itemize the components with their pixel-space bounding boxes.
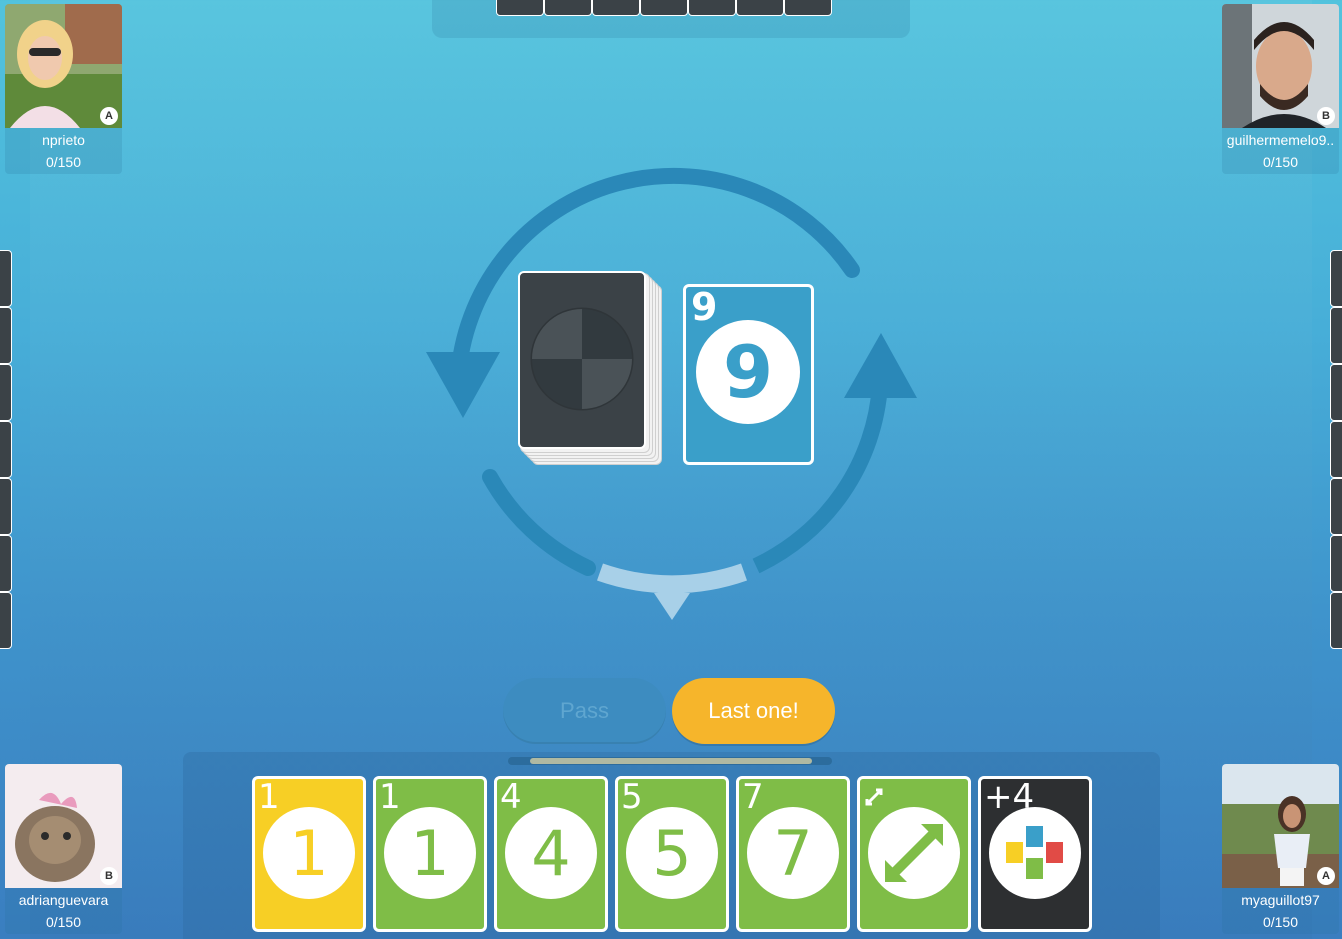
card-center-value (868, 807, 960, 899)
hand-card[interactable]: 11 (252, 776, 366, 932)
opponent-card-back (1330, 364, 1342, 421)
reverse-icon (865, 788, 883, 806)
opponent-card-back (592, 0, 640, 16)
draw-pile[interactable] (518, 271, 662, 465)
opponent-card-back (0, 592, 12, 649)
opponent-card-back (0, 421, 12, 478)
hand-card[interactable]: 44 (494, 776, 608, 932)
card-corner-value: 9 (691, 285, 718, 329)
card-corner-value: 1 (258, 777, 280, 817)
player-score: 0/150 (45, 154, 82, 170)
last-one-button[interactable]: Last one! (672, 678, 835, 744)
card-corner-value: 7 (742, 777, 764, 817)
team-badge: B (1317, 107, 1335, 125)
team-badge: B (100, 867, 118, 885)
card-back-logo-icon (530, 307, 634, 411)
reverse-icon (885, 824, 943, 882)
top-opponent-hand (496, 0, 832, 18)
player-name: adrianguevara (18, 892, 109, 908)
card-center-value: 1 (384, 807, 476, 899)
opponent-card-back (0, 364, 12, 421)
opponent-card-back (1330, 592, 1342, 649)
opponent-card-back (1330, 250, 1342, 307)
opponent-card-back (640, 0, 688, 16)
opponent-card-back (544, 0, 592, 16)
opponent-card-back (1330, 478, 1342, 535)
opponent-card-back (0, 250, 12, 307)
wild-draw-four-icon (1006, 826, 1063, 879)
card-center-value: 7 (747, 807, 839, 899)
pass-button[interactable]: Pass (503, 678, 666, 744)
opponent-card-back (1330, 307, 1342, 364)
card-corner-value: 1 (379, 777, 401, 817)
card-center-value: 4 (505, 807, 597, 899)
opponent-card-back (0, 535, 12, 592)
player-card-bottom-right[interactable]: A myaguillot97 0/150 (1222, 764, 1339, 934)
card-center-value: 9 (696, 320, 800, 424)
card-corner-value: 4 (500, 777, 522, 817)
player-score: 0/150 (1262, 914, 1299, 930)
hand-card[interactable]: 11 (373, 776, 487, 932)
player-score: 0/150 (1262, 154, 1299, 170)
deck-top-card (518, 271, 646, 449)
player-card-bottom-left[interactable]: B adrianguevara 0/150 (5, 764, 122, 934)
hand-card[interactable]: 55 (615, 776, 729, 932)
opponent-card-back (0, 478, 12, 535)
opponent-card-back (0, 307, 12, 364)
player-name: guilhermemelo9.. (1226, 132, 1335, 148)
right-opponent-hand (1330, 250, 1342, 649)
card-corner-value (863, 779, 885, 817)
hand-card[interactable] (857, 776, 971, 932)
opponent-card-back (1330, 535, 1342, 592)
card-corner-value: 5 (621, 777, 643, 817)
hand-card[interactable]: +4 (978, 776, 1092, 932)
player-card-top-right[interactable]: B guilhermemelo9.. 0/150 (1222, 4, 1339, 174)
opponent-card-back (1330, 421, 1342, 478)
player-name: myaguillot97 (1241, 892, 1320, 908)
team-badge: A (100, 107, 118, 125)
opponent-card-back (496, 0, 544, 16)
discard-pile-top-card: 9 9 (683, 284, 814, 465)
player-score: 0/150 (45, 914, 82, 930)
opponent-card-back (784, 0, 832, 16)
card-center-value: 5 (626, 807, 718, 899)
opponent-card-back (688, 0, 736, 16)
left-opponent-hand (0, 250, 12, 649)
opponent-card-back (736, 0, 784, 16)
hand-card[interactable]: 77 (736, 776, 850, 932)
player-card-top-left[interactable]: A nprieto 0/150 (5, 4, 122, 174)
card-center-value: 1 (263, 807, 355, 899)
card-center-value (989, 807, 1081, 899)
team-badge: A (1317, 867, 1335, 885)
player-name: nprieto (42, 132, 85, 148)
player-hand: 1 1 1 1 4 4 5 5 7 7 +4 (252, 776, 1092, 932)
